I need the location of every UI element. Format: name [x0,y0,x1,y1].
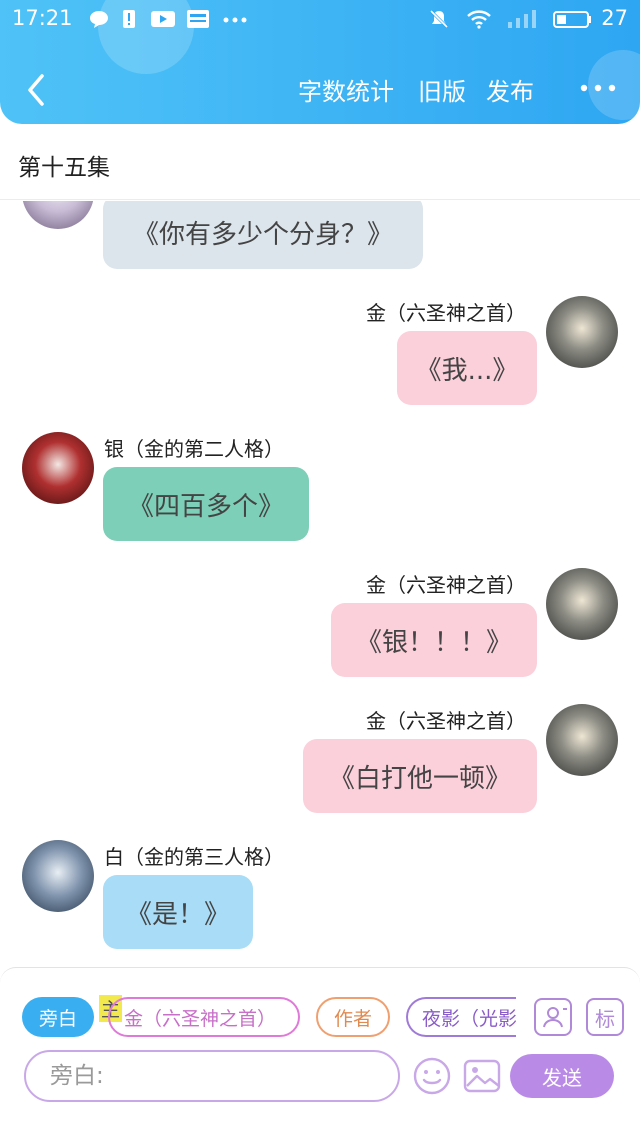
message-text: 《四百多个》 [127,491,284,522]
chip-label: 金（六圣神之首） [124,1007,277,1030]
tag-label: 标 [595,1006,615,1031]
battery-icon [553,11,591,28]
person-card-glyph [543,1007,567,1028]
avatar-gold-icon[interactable] [546,296,618,368]
chip-label: 夜影（光影 [422,1007,516,1030]
send-label: 发送 [542,1065,582,1090]
gold-role-chip[interactable]: 金（六圣神之首） [108,997,300,1037]
speaker-name: 银（金的第二人格） [104,437,284,461]
smiley-icon[interactable] [412,1056,452,1096]
news-icon [187,10,209,28]
video-icon [151,11,175,27]
image-icon[interactable] [462,1056,502,1096]
status-bar: 17:21 27 [0,0,640,40]
message-text: 《你有多少个分身？》 [132,219,393,250]
nav-bar: 字数统计 旧版 发布 [0,64,640,116]
speaker-name: 金（六圣神之首） [366,573,526,597]
avatar-gold-icon[interactable] [546,568,618,640]
message-text: 《银！！！》 [355,627,512,658]
avatar-white-hair-icon[interactable] [22,201,94,229]
avatar-silver-icon[interactable] [22,432,94,504]
avatar-gold-icon[interactable] [546,704,618,776]
message-bubble[interactable]: 《四百多个》 [103,467,309,541]
author-chip[interactable]: 作者 [316,997,390,1037]
message-text: 《白打他一顿》 [328,763,511,794]
avatar-bai-icon[interactable] [22,840,94,912]
more-dots-icon [223,17,247,23]
chat-list[interactable]: 《你有多少个分身？》 金（六圣神之首） 《我...》 银（金的第二人格） 《四百… [0,201,640,967]
message-bubble[interactable]: 《我...》 [397,331,537,405]
chip-label: 旁白 [38,1007,77,1030]
chip-label: 作者 [333,1007,372,1030]
yeying-role-chip[interactable]: 夜影（光影 [406,997,516,1037]
publish-button[interactable]: 发布 [486,72,534,107]
send-button[interactable]: 发送 [510,1054,614,1098]
more-dots-icon[interactable] [578,78,618,98]
narration-chip[interactable]: 旁白 [22,997,94,1037]
composer-panel: 旁白 主 金（六圣神之首） 作者 夜影（光影 标 旁白: 发送 [0,967,640,1138]
status-time: 17:21 [12,6,73,30]
battery-level: 27 [601,6,628,30]
speaker-name: 金（六圣神之首） [366,709,526,733]
message-bubble[interactable]: 《银！！！》 [331,603,537,677]
message-bubble[interactable]: 《是！》 [103,875,253,949]
word-count-button[interactable]: 字数统计 [298,72,394,107]
message-input[interactable]: 旁白: [24,1050,400,1102]
person-card-icon[interactable] [534,998,572,1036]
episode-title-bar: 第十五集 [0,124,640,200]
episode-title[interactable]: 第十五集 [18,148,110,182]
old-version-button[interactable]: 旧版 [418,72,466,107]
message-text: 《我...》 [415,355,519,386]
message-bubble[interactable]: 《白打他一顿》 [303,739,537,813]
speaker-name: 白（金的第三人格） [104,845,284,869]
app-header: 17:21 27 字数统计 旧版 发布 [0,0,640,124]
signal-icon [508,10,536,28]
alert-icon [123,10,135,28]
input-placeholder: 旁白: [50,1063,104,1089]
chat-bubble-icon [90,11,108,28]
chevron-left-icon[interactable] [20,70,56,110]
message-text: 《是！》 [125,899,230,930]
message-bubble[interactable]: 《你有多少个分身？》 [103,201,423,269]
tag-button[interactable]: 标 [586,998,624,1036]
wifi-icon [467,10,491,29]
mute-icon [429,9,449,29]
speaker-name: 金（六圣神之首） [366,301,526,325]
